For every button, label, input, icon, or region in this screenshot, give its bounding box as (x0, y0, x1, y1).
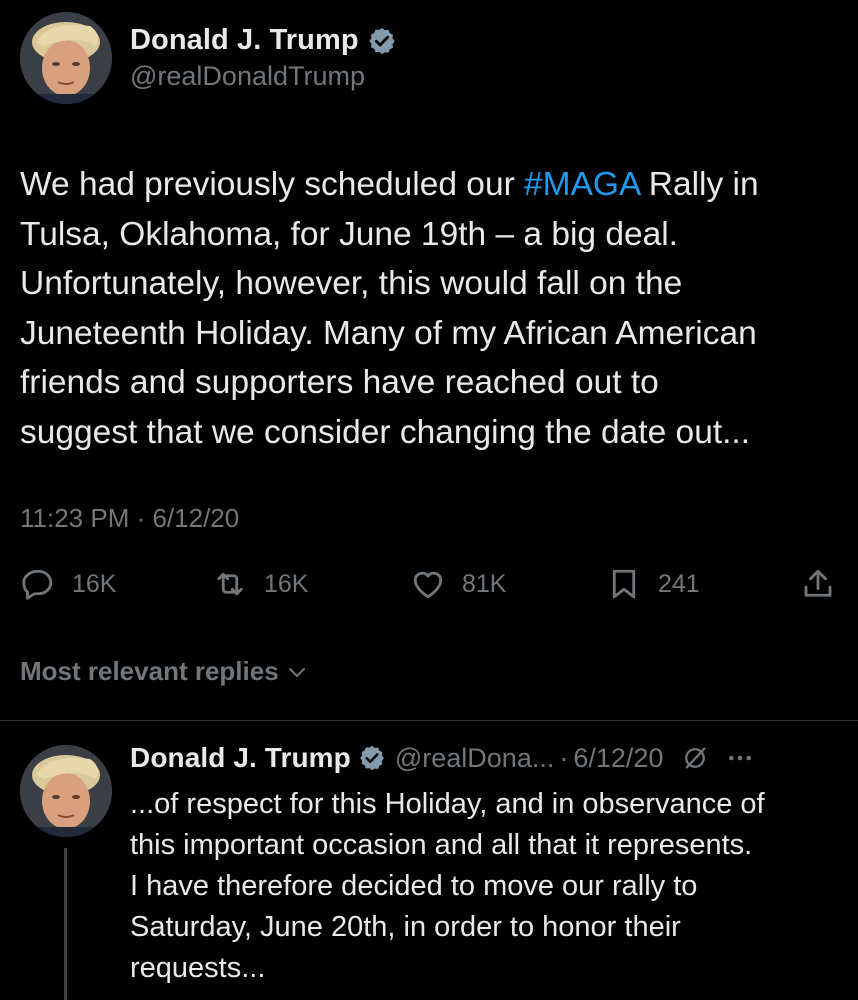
bookmark-count: 241 (658, 569, 700, 598)
tweet-timestamp[interactable]: 11:23 PM · 6/12/20 (20, 503, 239, 534)
reply-text-line: I have therefore decided to move our ral… (130, 870, 698, 902)
tweet-text-segment: Rally in (639, 166, 759, 203)
heart-icon (413, 571, 443, 599)
reply-button[interactable]: 16K (20, 566, 116, 602)
reply-text-line: requests... (130, 952, 266, 984)
tweet-text-line: Tulsa, Oklahoma, for June 19th – a big d… (20, 215, 678, 253)
section-divider (0, 720, 858, 721)
thread-connector-line (64, 848, 67, 1000)
reply-count: 16K (72, 569, 117, 598)
retweet-count: 16K (264, 569, 309, 598)
share-icon (804, 569, 832, 597)
reply-author-avatar[interactable] (20, 745, 112, 837)
tweet-text-line: We had previously scheduled our #MAGA Ra… (20, 160, 840, 210)
retweet-icon (217, 572, 243, 596)
avatar-portrait-icon (20, 12, 112, 104)
tweet-text-segment: We had previously scheduled our (20, 166, 525, 203)
reply-icon (22, 569, 53, 600)
meta-separator: · (559, 742, 569, 773)
tweet-text-line: suggest that we consider changing the da… (20, 413, 751, 451)
author-display-name[interactable]: Donald J. Trump (130, 24, 359, 57)
verified-badge-icon[interactable] (367, 26, 397, 56)
main-tweet-header: Donald J. Trump @realDonaldTrump (20, 12, 397, 104)
bookmark-icon (612, 569, 636, 599)
avatar-portrait-icon (20, 745, 112, 837)
bookmark-button[interactable]: 241 (606, 566, 700, 602)
retweet-button[interactable]: 16K (212, 566, 308, 602)
grok-icon[interactable] (681, 744, 709, 772)
reply-author-handle[interactable]: @realDona... (395, 743, 554, 774)
replies-sort-dropdown[interactable]: Most relevant replies (20, 656, 309, 687)
tweet-detail-page: Donald J. Trump @realDonaldTrump We had … (0, 0, 858, 1000)
replies-sort-label: Most relevant replies (20, 656, 279, 686)
more-options-icon[interactable] (725, 743, 755, 773)
like-count: 81K (462, 569, 507, 598)
author-avatar[interactable] (20, 12, 112, 104)
reply-text-line: ...of respect for this Holiday, and in o… (130, 788, 765, 820)
tweet-text-line: Unfortunately, however, this would fall … (20, 265, 683, 302)
reply-text: ...of respect for this Holiday, and in o… (130, 784, 850, 989)
chevron-down-icon (288, 667, 305, 677)
tweet-text-line: Juneteenth Holiday. Many of my African A… (20, 314, 757, 352)
reply-text-line: Saturday, June 20th, in order to honor t… (130, 911, 681, 943)
verified-badge-icon[interactable] (358, 744, 386, 772)
tweet-text: We had previously scheduled our #MAGA Ra… (20, 160, 840, 457)
tweet-text-line: friends and supporters have reached out … (20, 364, 659, 401)
reply-text-line: this important occasion and all that it … (130, 829, 753, 861)
reply-date[interactable]: 6/12/20 (573, 743, 663, 774)
tweet-action-bar: 16K 16K 81K 241 (0, 566, 858, 612)
hashtag-link[interactable]: #MAGA (524, 166, 639, 203)
share-button[interactable] (800, 566, 836, 602)
author-name-row: Donald J. Trump (130, 24, 397, 57)
reply-header: Donald J. Trump @realDona... · 6/12/20 (130, 742, 755, 774)
like-button[interactable]: 81K (410, 566, 506, 602)
author-name-block: Donald J. Trump @realDonaldTrump (130, 24, 397, 92)
author-handle[interactable]: @realDonaldTrump (130, 61, 397, 92)
reply-author-display-name[interactable]: Donald J. Trump (130, 742, 351, 774)
